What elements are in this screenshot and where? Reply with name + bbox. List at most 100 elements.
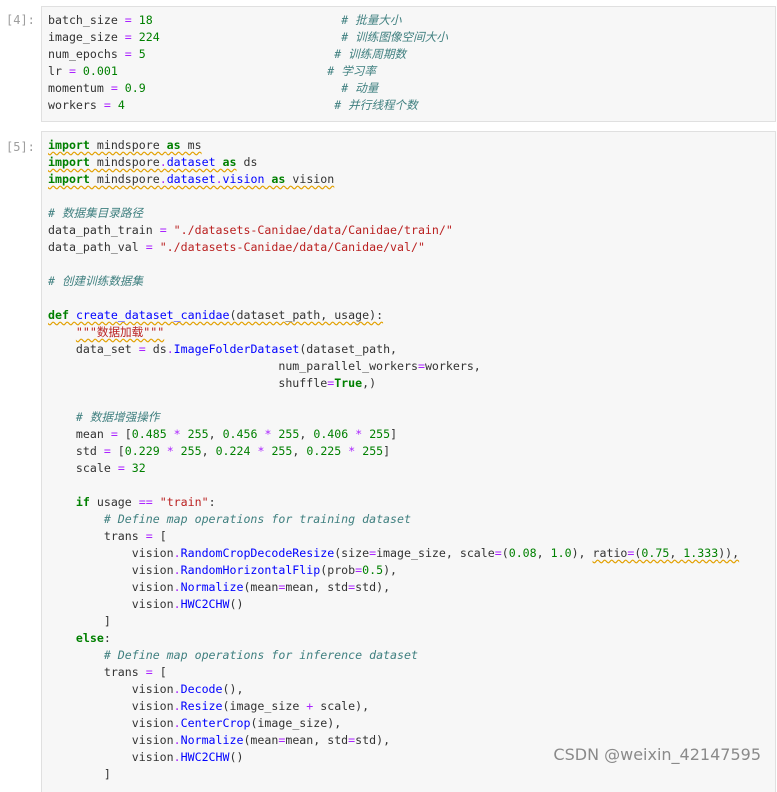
code-cell-5[interactable]: [5]: import mindspore as ms import mindsp… — [0, 128, 777, 792]
code-token: RandomHorizontalFlip — [180, 563, 321, 577]
code-token: image_size, scale — [376, 546, 495, 560]
code-token: 255 — [362, 444, 384, 458]
code-token: = — [110, 81, 118, 95]
code-token: 0.224 — [215, 444, 251, 458]
code-token: 18 — [138, 13, 153, 27]
code-token: = — [145, 665, 153, 679]
code-token: 0.229 — [124, 444, 160, 458]
code-token: = — [124, 30, 132, 44]
code-token: data_set — [48, 342, 139, 356]
code-token: mindspore — [89, 172, 160, 186]
code-token: [ — [152, 529, 167, 543]
code-line: vision.Normalize(mean=mean, std=std), — [48, 579, 739, 596]
code-input-area[interactable]: import mindspore as ms import mindspore.d… — [41, 131, 776, 792]
code-token: ( — [501, 546, 509, 560]
code-token: (mean — [243, 733, 279, 747]
cell-prompt: [5]: — [6, 140, 35, 154]
code-editor[interactable]: batch_size = 18 # 批量大小 image_size = 224 #… — [48, 12, 448, 114]
code-token: "./datasets-Canidae/data/Canidae/train/" — [173, 223, 453, 237]
code-token: HWC2CHW — [180, 597, 230, 611]
code-token: * — [173, 427, 181, 441]
code-token: as — [166, 138, 181, 152]
code-token: , — [201, 444, 216, 458]
code-line: # Define map operations for inference da… — [48, 647, 739, 664]
code-token: std), — [355, 733, 391, 747]
code-input-area[interactable]: batch_size = 18 # 批量大小 image_size = 224 #… — [41, 6, 776, 122]
code-token: 5 — [138, 47, 146, 61]
code-editor[interactable]: import mindspore as ms import mindspore.d… — [48, 137, 739, 783]
code-token: . — [173, 546, 181, 560]
code-token: , — [299, 427, 314, 441]
code-token: CenterCrop — [180, 716, 251, 730]
code-token: 0.5 — [362, 563, 384, 577]
code-token: . — [173, 580, 181, 594]
code-token: Resize — [180, 699, 223, 713]
code-token: . — [173, 563, 181, 577]
code-token: vision — [48, 580, 174, 594]
code-token: std — [48, 444, 104, 458]
code-token: mean, std — [285, 733, 349, 747]
code-token: . — [173, 716, 181, 730]
code-token: scale), — [313, 699, 370, 713]
code-token: : — [103, 631, 111, 645]
code-token: (mean — [243, 580, 279, 594]
code-line: lr = 0.001 # 学习率 — [48, 63, 448, 80]
code-token: mindspore — [89, 155, 160, 169]
code-token: ds — [145, 342, 167, 356]
code-line: shuffle=True,) — [48, 375, 739, 392]
code-token: # Define map operations for training dat… — [103, 512, 411, 526]
code-token: () — [229, 750, 244, 764]
code-token: = — [117, 461, 125, 475]
code-cell-4[interactable]: [4]: batch_size = 18 # 批量大小 image_size = … — [0, 0, 777, 122]
code-line: ] — [48, 613, 739, 630]
code-token: vision — [48, 750, 174, 764]
code-line: vision.CenterCrop(image_size), — [48, 715, 739, 732]
code-token: 255 — [278, 427, 300, 441]
code-token: ), — [571, 546, 593, 560]
code-token: image_size — [48, 30, 125, 44]
code-token: else — [75, 631, 104, 645]
code-token: num_epochs — [48, 47, 125, 61]
code-token: . — [159, 172, 167, 186]
code-token: = — [138, 342, 146, 356]
code-token: # Define map operations for inference da… — [103, 648, 418, 662]
code-token: = — [103, 444, 111, 458]
code-token: 255 — [369, 427, 391, 441]
code-line: vision.Decode(), — [48, 681, 739, 698]
code-token: # 学习率 — [327, 64, 376, 78]
code-line: # 创建训练数据集 — [48, 273, 739, 290]
watermark-text: CSDN @weixin_42147595 — [553, 745, 761, 764]
code-line: """数据加载""" — [48, 324, 739, 341]
code-token: , — [292, 444, 307, 458]
code-line: workers = 4 # 并行线程个数 — [48, 97, 448, 114]
code-line: scale = 32 — [48, 460, 739, 477]
code-token: 255 — [271, 444, 293, 458]
code-token: , — [536, 546, 551, 560]
code-line: # 数据集目录路径 — [48, 205, 739, 222]
code-token: , — [669, 546, 684, 560]
code-token: = — [124, 47, 132, 61]
code-token: . — [173, 733, 181, 747]
code-line: import mindspore.dataset.vision as visio… — [48, 171, 739, 188]
code-token: 0.9 — [124, 81, 146, 95]
code-token: shuffle — [48, 376, 328, 390]
code-token: momentum — [48, 81, 111, 95]
code-token: = — [145, 529, 153, 543]
code-token: num_parallel_workers — [48, 359, 418, 373]
code-token: ratio — [592, 546, 628, 560]
code-token: data_path_val — [48, 240, 146, 254]
